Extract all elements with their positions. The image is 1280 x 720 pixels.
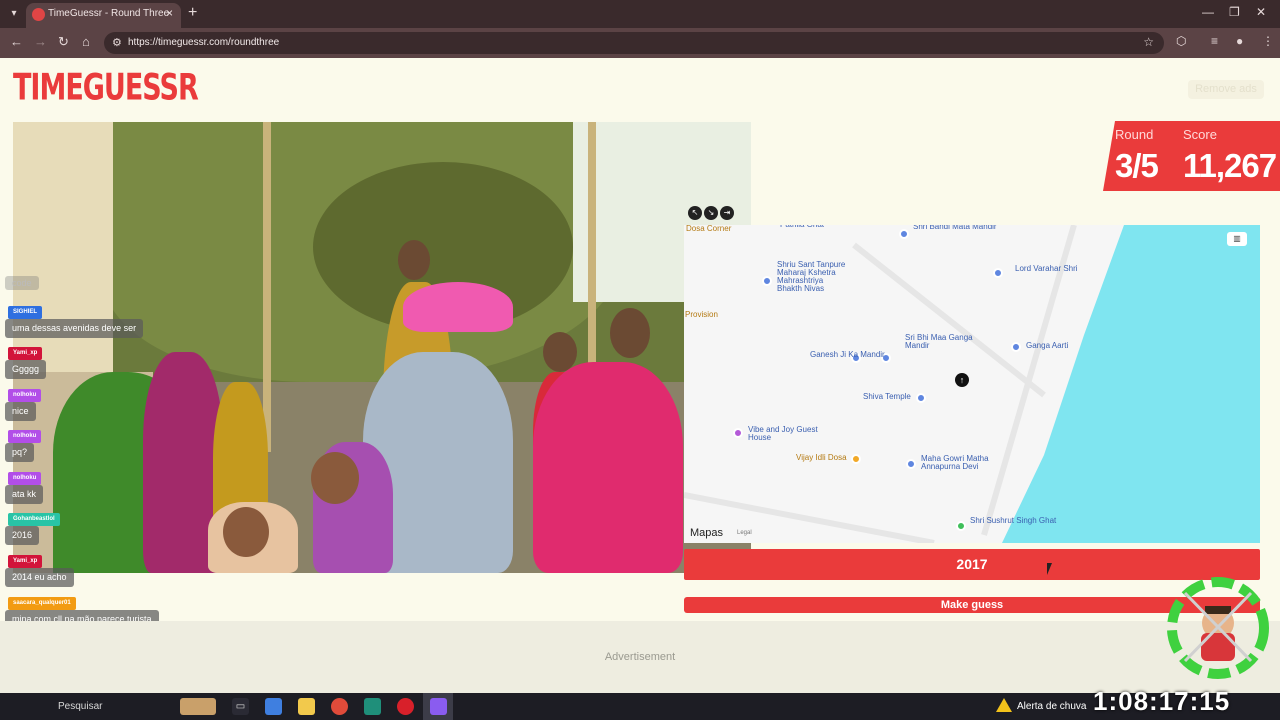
map-poi-label[interactable]: Ganesh Ji Ka Mandir (810, 351, 885, 359)
map-poi-label[interactable]: Sri Bhi Maa Ganga Mandir (905, 334, 995, 350)
menu-icon[interactable]: ⋮ (1262, 34, 1274, 48)
map-poi-marker-icon[interactable] (733, 428, 743, 438)
address-bar[interactable]: ⚙ https://timeguessr.com/roundthree ☆ (104, 32, 1164, 54)
chat-username: Yami_xp (8, 347, 43, 360)
map-poi-label[interactable]: Maha Gowri Matha Annapurna Devi (921, 455, 1011, 471)
map-poi-marker-icon[interactable] (1011, 342, 1021, 352)
advertisement-label: Advertisement (604, 651, 676, 663)
map-guess-pin[interactable]: ↑ (955, 373, 969, 387)
score-value: 11,267 (1183, 147, 1277, 184)
reload-icon[interactable]: ↻ (58, 34, 69, 50)
map-poi-label[interactable]: Patnila Ghat (780, 225, 824, 229)
timeguessr-logo[interactable]: TIMEGUESSR (13, 67, 199, 109)
chat-message: Ggggg (5, 360, 47, 379)
media-icon[interactable]: ≡ (1211, 34, 1218, 48)
chat-username: nolhoku (8, 430, 42, 443)
map-poi-label[interactable]: Shiva Temple (863, 393, 911, 401)
apple-maps-brand: Mapas (690, 527, 723, 539)
store-icon[interactable] (265, 698, 282, 715)
chat-message: ata kk (5, 485, 44, 504)
map-poi-label[interactable]: Shri Bandi Mata Mandir (913, 225, 997, 231)
map-poi-label[interactable]: Vibe and Joy Guest House (748, 426, 838, 442)
map-poi-marker-icon[interactable] (906, 459, 916, 469)
round-value: 3/5 (1115, 147, 1159, 184)
river-water (684, 225, 1260, 543)
tab-list-chevron-icon[interactable]: ▾ (6, 6, 22, 22)
map-poi-label[interactable]: Provision (685, 311, 718, 319)
back-icon[interactable]: ← (10, 34, 23, 49)
bookmark-star-icon[interactable]: ☆ (1143, 35, 1154, 49)
chat-username: nolhoku (8, 389, 42, 402)
map-brand-text: Mapas (690, 527, 724, 539)
url-text[interactable]: https://timeguessr.com/roundthree (128, 37, 279, 48)
remove-ads-button[interactable]: Remove ads (1188, 80, 1264, 99)
map-pin-toggle-icon[interactable]: ⇥ (720, 206, 734, 220)
map-poi-marker-icon[interactable] (899, 229, 909, 239)
chat-message: nice (5, 402, 36, 421)
site-info-icon[interactable]: ⚙ (112, 36, 122, 49)
advertisement-area: Advertisement (0, 621, 1280, 693)
round-photo (13, 122, 751, 573)
search-highlight-icon[interactable] (180, 698, 216, 715)
restore-icon[interactable]: ❐ (1229, 5, 1240, 19)
new-tab-icon[interactable]: + (188, 4, 197, 22)
browser-tab[interactable]: TimeGuessr - Round Three × (26, 3, 181, 28)
map-poi-label[interactable]: Vijay Idli Dosa (796, 454, 847, 462)
task-view-icon[interactable]: ▭ (232, 698, 249, 715)
guess-map[interactable]: Dosa Corner Patnila Ghat Shri Bandi Mata M… (684, 225, 1260, 543)
streamer-logo-badge (1167, 577, 1269, 679)
map-poi-marker-icon[interactable] (916, 393, 926, 403)
tab-close-icon[interactable]: × (166, 6, 173, 20)
taskbar-search[interactable]: Pesquisar (40, 698, 170, 715)
map-poi-marker-icon[interactable] (851, 454, 861, 464)
map-poi-label[interactable]: Shriu Sant Tanpure Maharaj Kshetra Mahra… (777, 261, 847, 293)
minimize-icon[interactable]: — (1202, 5, 1214, 19)
chat-message: code (5, 276, 39, 290)
score-label: Score (1183, 127, 1217, 142)
map-shrink-icon[interactable]: ↘ (704, 206, 718, 220)
forward-icon[interactable]: → (34, 34, 47, 49)
home-icon[interactable]: ⌂ (82, 34, 90, 49)
chat-username: saacara_qualquer01 (8, 597, 76, 610)
map-layers-icon[interactable]: ▥ (1227, 232, 1247, 246)
chat-message: 2016 (5, 526, 40, 545)
weather-alert-icon (996, 698, 1012, 712)
browser-toolbar: ← → ↻ ⌂ ⚙ https://timeguessr.com/roundth… (0, 28, 1280, 58)
chat-username: SIGHIEL (8, 306, 43, 319)
stream-clock-overlay: 1:08:17:15 (1093, 686, 1231, 716)
chat-message: 2014 eu acho (5, 568, 74, 587)
opera-icon[interactable] (397, 698, 414, 715)
chat-username: nolhoku (8, 472, 42, 485)
timeguessr-favicon-icon (32, 8, 45, 21)
chat-message: pq? (5, 443, 35, 462)
close-window-icon[interactable]: ✕ (1256, 5, 1266, 19)
mouse-cursor (1047, 563, 1057, 575)
map-poi-label[interactable]: Dosa Corner (686, 225, 731, 233)
map-poi-marker-icon[interactable] (956, 521, 966, 531)
map-expand-icon[interactable]: ↖ (688, 206, 702, 220)
score-panel: Round 3/5 Score 11,267 (1103, 121, 1280, 191)
chat-message: uma dessas avenidas deve ser (5, 319, 144, 338)
chat-username: Gohanbeastlol (8, 513, 60, 526)
profile-icon[interactable]: ● (1236, 34, 1243, 48)
chat-username: Yami_xp (8, 555, 43, 568)
windows-taskbar: Pesquisar ▭ Alerta de chuva (0, 693, 1280, 720)
extensions-icon[interactable]: ⬡ (1176, 34, 1186, 48)
map-poi-marker-icon[interactable] (993, 268, 1003, 278)
tab-title: TimeGuessr - Round Three (48, 8, 170, 19)
app-icon[interactable] (364, 698, 381, 715)
map-poi-label[interactable]: Ganga Aarti (1026, 342, 1068, 350)
round-label: Round (1115, 127, 1154, 142)
map-poi-marker-icon[interactable] (762, 276, 772, 286)
map-poi-label[interactable]: Lord Varahar Shri (1015, 265, 1078, 273)
browser-tabbar: ▾ TimeGuessr - Round Three × + — ❐ ✕ (0, 0, 1280, 28)
chrome-icon[interactable] (331, 698, 348, 715)
map-poi-label[interactable]: Shri Sushrut Singh Ghat (970, 517, 1056, 525)
weather-text[interactable]: Alerta de chuva (1017, 701, 1087, 712)
map-legal-link[interactable]: Legal (737, 530, 752, 536)
obs-icon[interactable] (430, 698, 447, 715)
file-explorer-icon[interactable] (298, 698, 315, 715)
